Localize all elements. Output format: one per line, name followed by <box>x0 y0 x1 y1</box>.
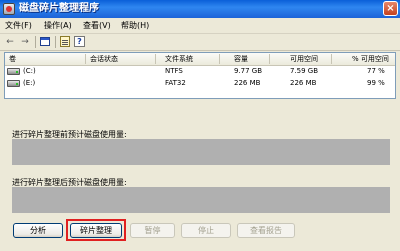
column-divider <box>269 54 270 64</box>
menu-bar: 文件(F) 操作(A) 查看(V) 帮助(H) <box>0 18 400 34</box>
column-file-system[interactable]: 文件系统 <box>165 53 193 65</box>
column-volume[interactable]: 卷 <box>9 53 16 65</box>
column-capacity[interactable]: 容量 <box>234 53 248 65</box>
column-session-status[interactable]: 会话状态 <box>90 53 118 65</box>
window-icon[interactable] <box>40 37 50 46</box>
after-usage-display <box>12 187 390 213</box>
defragmenter-window: 磁盘碎片整理程序 × 文件(F) 操作(A) 查看(V) 帮助(H) ← → ?… <box>0 0 400 251</box>
volume-list[interactable]: 卷 会话状态 文件系统 容量 可用空间 % 可用空间 (C:) NTFS 9.7… <box>4 52 396 99</box>
volume-row[interactable]: (C:) NTFS 9.77 GB 7.59 GB 77 % <box>5 66 395 77</box>
analyze-button[interactable]: 分析 <box>13 223 63 238</box>
volume-name: (E:) <box>23 79 36 87</box>
properties-icon[interactable] <box>60 36 70 47</box>
stop-button[interactable]: 停止 <box>181 223 231 238</box>
percent-free: 77 % <box>367 67 385 75</box>
window-title: 磁盘碎片整理程序 <box>19 3 99 14</box>
hard-drive-icon <box>7 68 20 75</box>
menu-help[interactable]: 帮助(H) <box>121 19 149 32</box>
free-space: 226 MB <box>290 79 317 87</box>
file-system: NTFS <box>165 67 183 75</box>
forward-arrow-icon[interactable]: → <box>19 36 31 48</box>
volume-name: (C:) <box>23 67 36 75</box>
hard-drive-icon <box>7 80 20 87</box>
volume-row[interactable]: (E:) FAT32 226 MB 226 MB 99 % <box>5 78 395 89</box>
column-divider <box>155 54 156 64</box>
help-icon[interactable]: ? <box>74 36 85 47</box>
column-divider <box>85 54 86 64</box>
column-divider <box>331 54 332 64</box>
column-divider <box>219 54 220 64</box>
before-usage-display <box>12 139 390 165</box>
close-button[interactable]: × <box>383 1 398 16</box>
title-bar[interactable]: 磁盘碎片整理程序 × <box>0 0 400 18</box>
file-system: FAT32 <box>165 79 186 87</box>
column-percent-free[interactable]: % 可用空间 <box>352 53 389 65</box>
pause-button[interactable]: 暂停 <box>130 223 175 238</box>
capacity: 9.77 GB <box>234 67 263 75</box>
free-space: 7.59 GB <box>290 67 319 75</box>
toolbar: ← → ? <box>0 34 400 51</box>
menu-file[interactable]: 文件(F) <box>5 19 32 32</box>
view-report-button[interactable]: 查看报告 <box>237 223 295 238</box>
back-arrow-icon[interactable]: ← <box>4 36 16 48</box>
defragment-highlight-box <box>66 219 126 241</box>
capacity: 226 MB <box>234 79 261 87</box>
menu-view[interactable]: 查看(V) <box>83 19 111 32</box>
column-free-space[interactable]: 可用空间 <box>290 53 318 65</box>
defrag-app-icon <box>3 3 15 15</box>
toolbar-separator <box>55 36 56 48</box>
volume-list-header: 卷 会话状态 文件系统 容量 可用空间 % 可用空间 <box>5 53 395 66</box>
menu-action[interactable]: 操作(A) <box>44 19 72 32</box>
percent-free: 99 % <box>367 79 385 87</box>
toolbar-separator <box>35 36 36 48</box>
